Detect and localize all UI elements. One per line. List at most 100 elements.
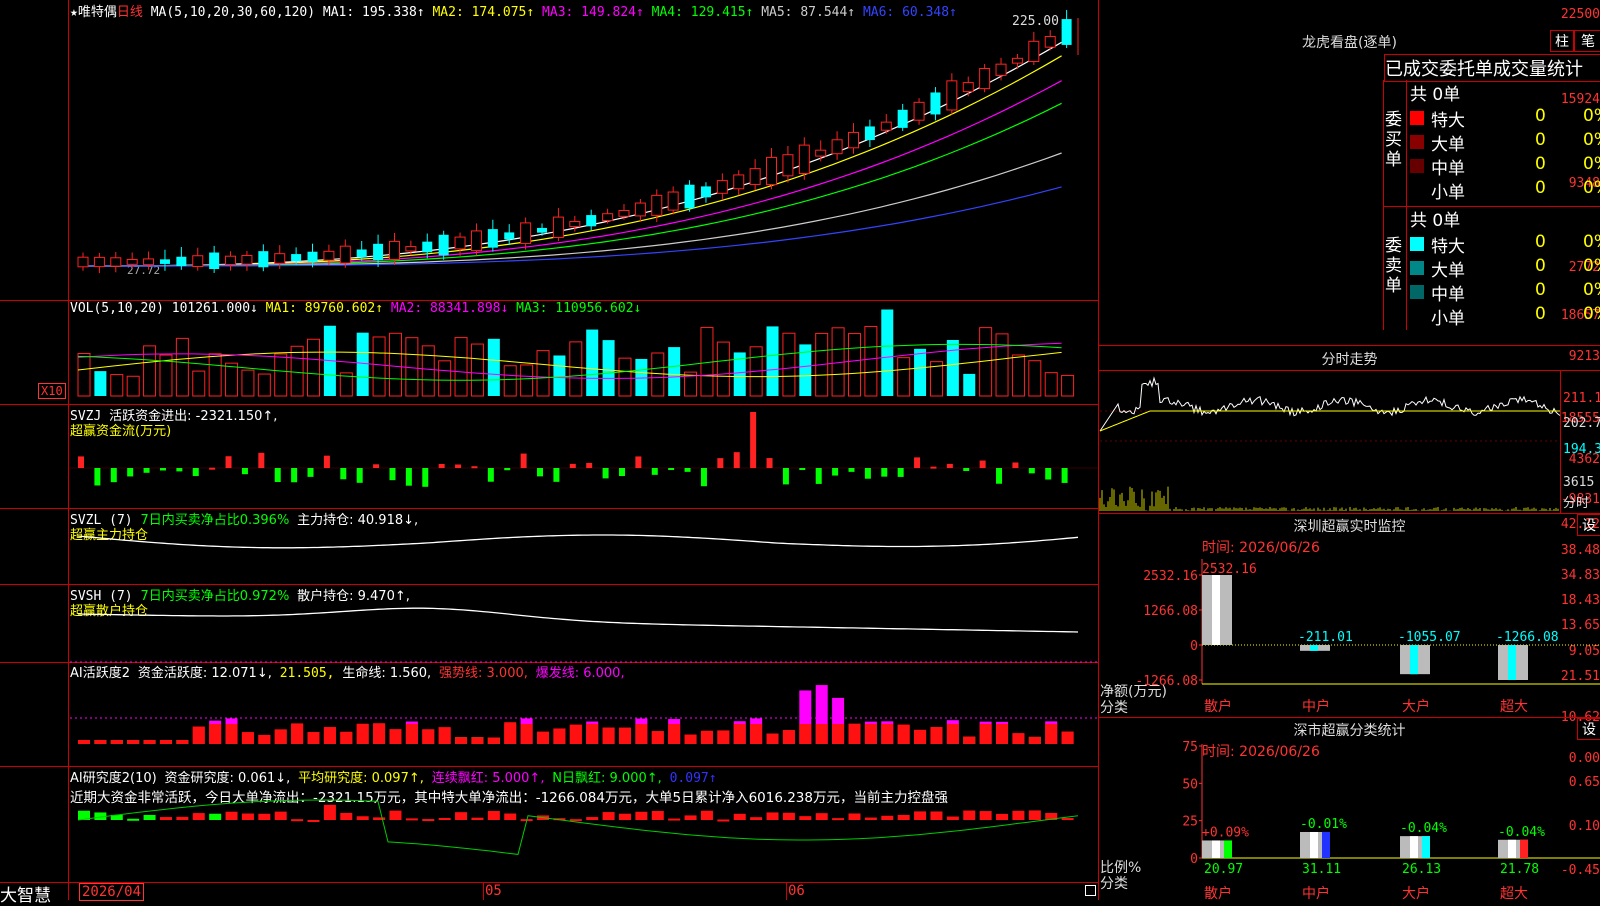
activity-base-bar [946,724,959,744]
order-size-row: 小单 0 0% [1407,304,1600,329]
fund-flow-bar [717,458,724,468]
order-count: 0 [1535,304,1546,324]
fund-flow-bar [651,468,658,475]
order-pct: 0% [1583,154,1600,174]
research-bar [700,810,713,820]
activity-base-bar [766,733,779,744]
fund-flow-bar [815,468,822,484]
volume-bar [470,343,484,397]
fund-flow-bar [307,468,314,477]
candle-body [602,213,614,222]
research-bar [323,804,336,820]
volume-bar [274,353,288,397]
sz-class-category: 中户 [1302,885,1330,902]
lock-icon[interactable] [1085,885,1096,896]
sell-side-label: 委卖单 [1385,236,1402,296]
candle-body [126,258,138,265]
candle-body [110,257,122,267]
candle-body [552,216,564,238]
category-swatch [1410,237,1424,251]
intraday-price-line [1099,376,1561,432]
fund-flow-bar [537,468,544,477]
activity-base-bar [537,731,550,744]
sz-monitor-tick: -1266.08 [1135,674,1198,689]
order-size-row: 特大 0 0% [1407,232,1600,257]
volume-bar [1044,372,1058,397]
sz-class-bar-accent [1520,839,1528,858]
time-axis[interactable] [70,882,1098,901]
vol-unit-label: X10 [38,383,66,399]
category-swatch [1410,309,1424,323]
research-bar [192,813,205,820]
sz-class-value-label: 31.11 [1302,862,1341,877]
retail-line-path [77,607,1079,633]
volume-bar [668,347,681,396]
research-bar [307,819,320,822]
activity-base-bar [914,729,927,744]
month-divider [483,882,484,900]
candle-body [520,222,532,244]
candle-body [192,255,204,268]
candle-body [634,202,646,217]
activity-base-bar [832,724,845,744]
ma-line [78,55,1062,267]
research-bar [946,816,959,820]
candle-body [684,184,695,209]
ma-line [78,152,1062,267]
volume-bar [602,340,615,396]
order-pct: 0% [1583,280,1600,300]
research-bar [996,813,1009,820]
fund-flow-bar [504,468,511,471]
candle-body [323,250,335,261]
research-bar [1028,810,1041,820]
volume-bar [897,357,911,397]
activity-base-bar [553,728,566,744]
category-name: 中单 [1431,285,1465,305]
sz-class-bar-highlight [1508,839,1516,858]
candle-body [1061,19,1072,45]
activity-base-bar [438,727,451,744]
volume-bar [356,332,369,396]
research-bar [1012,810,1025,820]
fund-flow-bar [323,455,330,468]
activity-base-bar [504,724,517,744]
activity-base-bar [864,724,877,744]
fund-flow-bar [209,467,216,470]
sz-class-value-label: 26.13 [1402,862,1441,877]
sz-monitor-bar-highlight [1508,645,1516,680]
activity-base-bar [848,724,861,744]
fund-flow-bar [618,468,625,477]
tick-view-button[interactable]: 笔 [1574,30,1600,52]
sz-class-delta-label: +0.09% [1202,825,1249,840]
activity-base-bar [881,724,894,744]
candle-body [1011,57,1023,64]
sz-class-delta-label: -0.04% [1400,821,1447,836]
activity-base-bar [897,724,910,744]
category-name: 大单 [1431,135,1465,155]
research-bar [340,812,353,820]
activity-base-bar [323,727,336,744]
time-axis-start: 2026/04 [79,883,145,901]
volume-bar [405,337,419,397]
activity-base-bar [602,727,615,744]
volume-bar [307,338,321,397]
bar-view-button[interactable]: 柱 [1550,30,1574,52]
research-bar [291,819,304,822]
activity-base-bar [159,740,172,744]
activity-base-bar [241,732,254,744]
activity-base-bar [225,724,238,744]
research-bar [602,812,615,820]
fund-flow-bar [373,464,380,468]
volume-bar [766,326,779,396]
activity-base-bar [684,734,697,744]
fund-flow-bar [586,462,593,468]
volume-bar [388,332,402,397]
candle-body [930,92,941,115]
candlestick-chart[interactable] [70,0,1098,300]
fund-flow-bar [864,468,871,479]
candle-body [979,68,991,90]
volume-bar [1028,360,1042,397]
sz-class-category: 散户 [1204,885,1232,902]
research-bar [438,818,451,821]
candle-body [782,154,794,177]
